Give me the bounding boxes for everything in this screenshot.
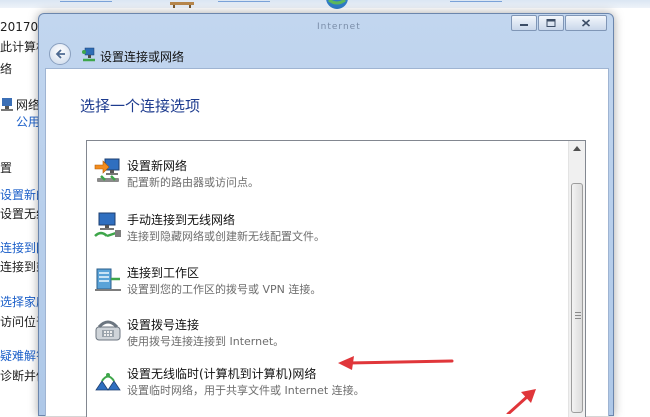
chevron-up-icon — [573, 146, 581, 151]
option-title: 设置新网络 — [127, 159, 188, 173]
connection-options-list[interactable]: 设置新网络 配置新的路由器或访问点。 手动连接到无线网络 连接到隐藏网络或创建新… — [86, 140, 586, 417]
option-connect-workplace[interactable]: 连接到工作区 设置到您的工作区的拨号或 VPN 连接。 — [87, 261, 571, 311]
grip-icon — [575, 312, 581, 319]
dialup-phone-icon — [95, 320, 121, 341]
option-description: 连接到隐藏网络或创建新无线配置文件。 — [127, 230, 325, 243]
page-title: 选择一个连接选项 — [80, 97, 201, 115]
background-divider — [60, 1, 112, 2]
workplace-icon — [95, 268, 121, 291]
option-title: 连接到工作区 — [127, 266, 200, 280]
window-controls — [511, 15, 607, 31]
back-arrow-icon — [55, 49, 65, 59]
wireless-network-icon — [94, 212, 121, 238]
option-description: 配置新的路由器或访问点。 — [127, 176, 259, 189]
new-network-icon — [94, 158, 120, 182]
option-description: 使用拨号连接连接到 Internet。 — [127, 335, 285, 348]
close-icon — [581, 19, 591, 27]
network-icon — [1, 98, 13, 111]
background-divider — [450, 1, 502, 2]
wizard-content: 选择一个连接选项 设置新网络 配置新的路由器或访问点。 手动连接到无线网络 连接… — [45, 68, 609, 417]
globe-icon — [326, 0, 348, 9]
options-scrollbar[interactable] — [568, 141, 585, 417]
minimize-icon — [520, 24, 528, 26]
back-button[interactable] — [49, 43, 71, 65]
option-description: 设置临时网络，用于共享文件或 Internet 连接。 — [127, 384, 365, 397]
dialog-titlebar[interactable]: Internet — [39, 14, 613, 40]
network-wizard-icon — [82, 47, 95, 62]
minimize-button[interactable] — [511, 15, 537, 31]
option-setup-new-network[interactable]: 设置新网络 配置新的路由器或访问点。 — [87, 154, 571, 204]
titlebar-text: Internet — [317, 22, 361, 32]
background-network-type-link[interactable]: 公用 — [16, 113, 40, 130]
setup-connection-dialog: Internet 设置连接或网络 选择一个连接选项 设置新网络 配置新的路由器或… — [38, 13, 614, 417]
option-dialup[interactable]: 设置拨号连接 使用拨号连接连接到 Internet。 — [87, 313, 571, 363]
background-divider — [218, 1, 270, 2]
bench-icon — [170, 2, 194, 8]
adhoc-network-icon — [95, 373, 121, 391]
scroll-up-button[interactable] — [569, 141, 585, 157]
close-button[interactable] — [565, 15, 607, 31]
wizard-title: 设置连接或网络 — [100, 50, 185, 64]
background-network-label: 网络 — [16, 98, 41, 112]
dialog-navbar: 设置连接或网络 — [39, 40, 613, 68]
maximize-button[interactable] — [538, 15, 564, 31]
background-text-line: 络 — [0, 62, 13, 76]
option-manual-wireless[interactable]: 手动连接到无线网络 连接到隐藏网络或创建新无线配置文件。 — [87, 208, 571, 258]
option-title: 手动连接到无线网络 — [127, 213, 236, 227]
option-adhoc-network[interactable]: 设置无线临时(计算机到计算机)网络 设置临时网络，用于共享文件或 Interne… — [87, 362, 571, 412]
option-description: 设置到您的工作区的拨号或 VPN 连接。 — [127, 283, 322, 296]
background-section-heading: 置 — [0, 161, 13, 175]
maximize-icon — [546, 19, 556, 27]
option-title: 设置无线临时(计算机到计算机)网络 — [127, 367, 317, 381]
scroll-thumb[interactable] — [571, 183, 583, 413]
option-title: 设置拨号连接 — [127, 318, 200, 332]
